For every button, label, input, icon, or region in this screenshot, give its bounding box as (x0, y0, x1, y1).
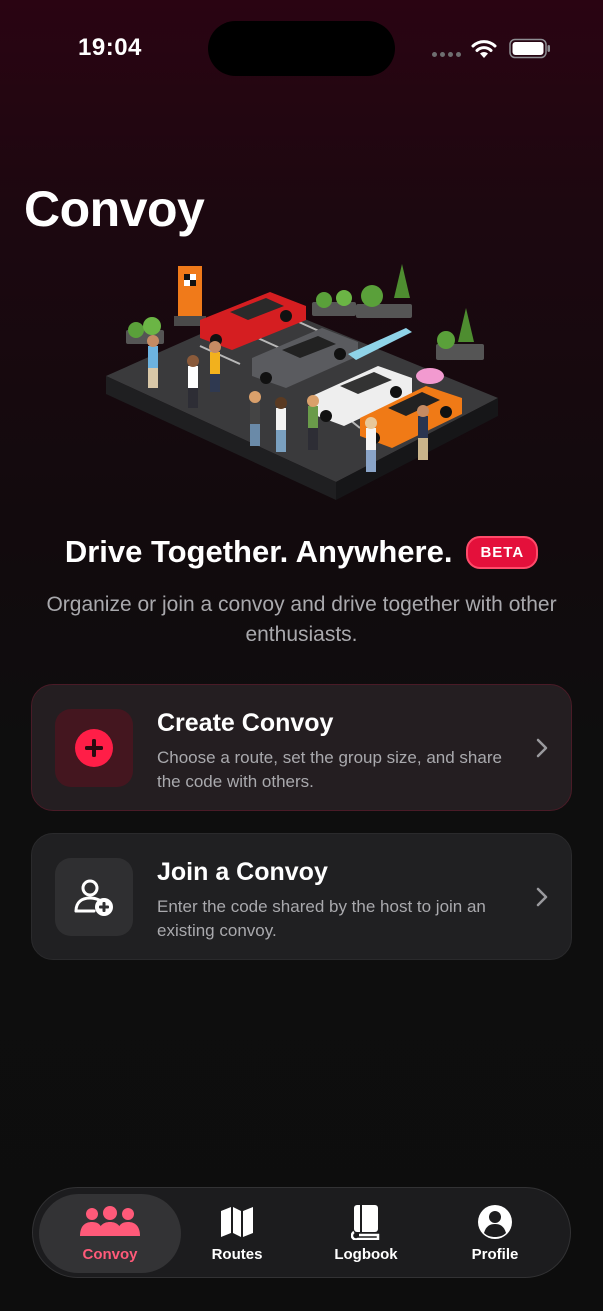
page-title: Convoy (24, 181, 205, 237)
tab-profile[interactable]: Profile (431, 1194, 559, 1273)
create-convoy-button[interactable]: Create Convoy Choose a route, set the gr… (31, 684, 572, 811)
tagline-row: Drive Together. Anywhere. BETA (0, 534, 603, 570)
map-icon (221, 1207, 253, 1237)
planter-back (312, 290, 356, 316)
tab-logbook[interactable]: Logbook (302, 1194, 430, 1273)
group-icon (80, 1206, 140, 1236)
plus-circle-icon (75, 729, 113, 767)
join-convoy-description: Enter the code shared by the host to joi… (157, 897, 486, 940)
tab-label: Routes (211, 1246, 263, 1263)
planter-right-top (356, 264, 412, 318)
chevron-right-icon (536, 738, 548, 758)
tagline: Drive Together. Anywhere. (64, 534, 453, 569)
create-icon-tile (55, 709, 133, 787)
chevron-right-icon (536, 887, 548, 907)
tab-bar: Convoy Routes Logbook Profile (32, 1187, 571, 1278)
book-icon (351, 1205, 380, 1240)
join-icon-tile (55, 858, 133, 936)
wifi-icon (471, 40, 497, 58)
join-convoy-title: Join a Convoy (157, 858, 328, 886)
person-circle-icon (478, 1205, 512, 1239)
tab-label: Logbook (334, 1246, 398, 1263)
create-convoy-title: Create Convoy (157, 709, 334, 737)
hero-illustration (106, 264, 498, 500)
tab-label: Profile (471, 1246, 519, 1263)
planter-right (436, 308, 484, 360)
battery-icon (509, 38, 550, 59)
create-convoy-description: Choose a route, set the group size, and … (157, 748, 502, 791)
status-bar: 19:04 (0, 0, 603, 96)
tab-label: Convoy (82, 1246, 138, 1263)
person-add-icon (74, 879, 113, 916)
join-convoy-button[interactable]: Join a Convoy Enter the code shared by t… (31, 833, 572, 960)
subtitle: Organize or join a convoy and drive toge… (46, 593, 557, 646)
cellular-signal-icon (432, 52, 461, 57)
tab-convoy[interactable]: Convoy (39, 1194, 181, 1273)
status-time: 19:04 (78, 34, 142, 61)
dynamic-island (208, 21, 395, 76)
beta-badge: BETA (466, 535, 539, 569)
tab-routes[interactable]: Routes (173, 1194, 301, 1273)
